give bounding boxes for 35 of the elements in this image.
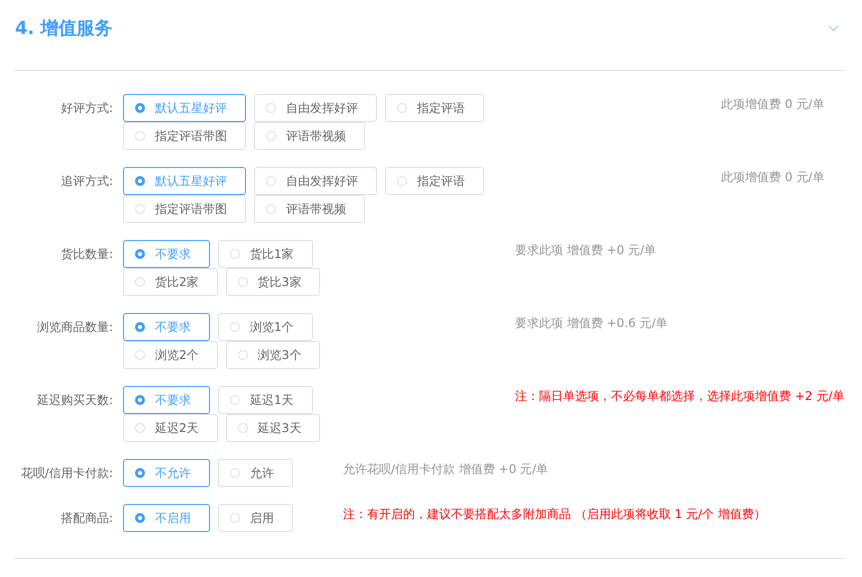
fee-note: 此项增值费 0 元/单 [721, 96, 824, 113]
fee-note: 要求此项 增值费 +0.6 元/单 [515, 315, 668, 332]
radio-option[interactable]: 评语带视频 [254, 122, 365, 150]
radio-option[interactable]: 浏览2个 [123, 341, 218, 369]
field-label: 花呗/信用卡付款: [20, 465, 113, 482]
radio-option[interactable]: 指定评语 [385, 167, 484, 195]
section-title: 4. 增值服务 [15, 17, 113, 40]
field-label: 追评方式: [60, 173, 113, 190]
fee-note: 注：隔日单选项，不必每单都选择，选择此项增值费 +2 元/单 [515, 388, 844, 405]
radio-option[interactable]: 货比3家 [226, 268, 320, 296]
radio-option[interactable]: 启用 [218, 504, 293, 532]
radio-option[interactable]: 延迟3天 [226, 414, 320, 442]
fee-note: 注：有开启的，建议不要搭配太多附加商品 （启用此项将收取 1 元/个 增值费） [343, 506, 766, 523]
fee-note: 允许花呗/信用卡付款 增值费 +0 元/单 [343, 461, 548, 478]
radio-option[interactable]: 货比2家 [123, 268, 218, 296]
field-label: 货比数量: [60, 246, 113, 263]
field-label: 延迟购买天数: [36, 392, 113, 409]
radio-option[interactable]: 指定评语 [385, 94, 484, 122]
radio-option[interactable]: 浏览3个 [226, 341, 320, 369]
field-label: 搭配商品: [60, 510, 113, 527]
chevron-down-icon[interactable] [828, 24, 839, 32]
radio-option[interactable]: 浏览1个 [218, 313, 313, 341]
radio-option[interactable]: 允许 [218, 459, 293, 487]
radio-option[interactable]: 指定评语带图 [123, 195, 246, 223]
radio-option[interactable]: 延迟1天 [218, 386, 313, 414]
radio-option[interactable]: 评语带视频 [254, 195, 365, 223]
radio-option[interactable]: 延迟2天 [123, 414, 218, 442]
radio-option[interactable]: 自由发挥好评 [254, 167, 377, 195]
radio-option[interactable]: 指定评语带图 [123, 122, 246, 150]
fee-note: 此项增值费 0 元/单 [721, 169, 824, 186]
field-label: 浏览商品数量: [36, 319, 113, 336]
radio-option[interactable]: 自由发挥好评 [254, 94, 377, 122]
radio-option[interactable]: 货比1家 [218, 240, 313, 268]
fee-note: 要求此项 增值费 +0 元/单 [515, 242, 656, 259]
field-label: 好评方式: [60, 100, 113, 117]
